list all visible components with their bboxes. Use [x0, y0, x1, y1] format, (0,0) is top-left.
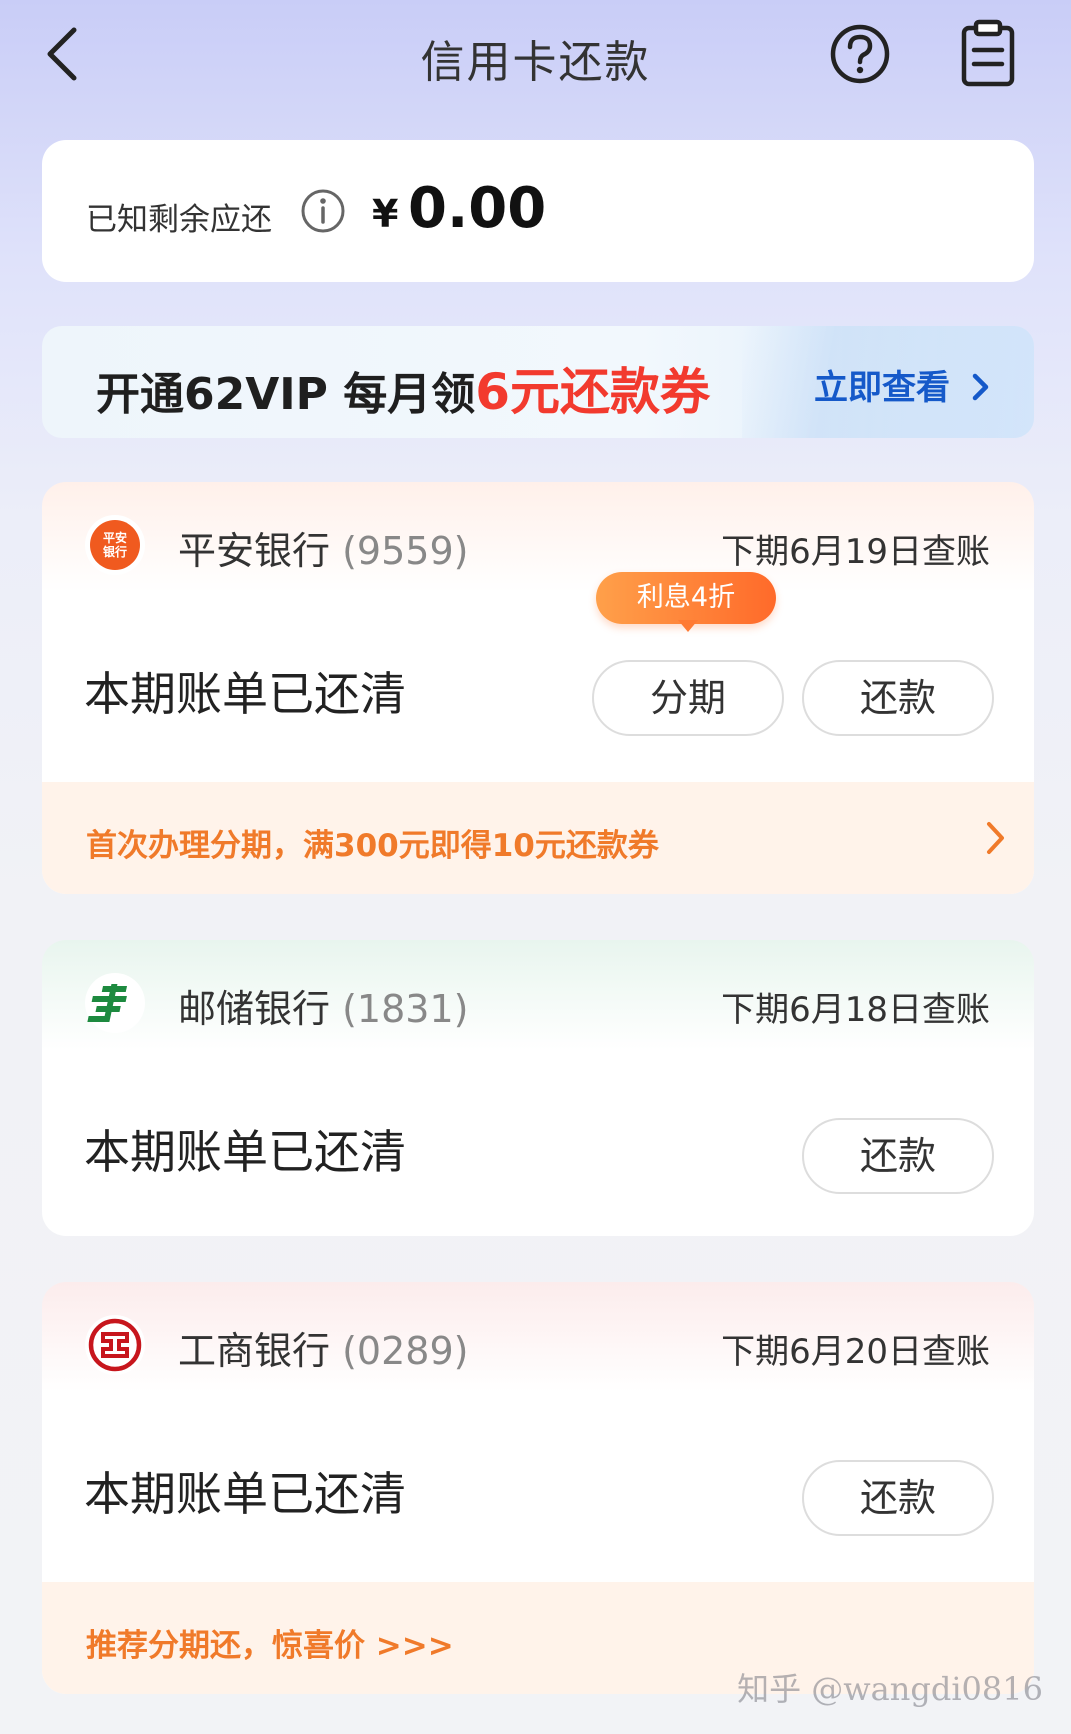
remaining-due-label: 已知剩余应还 — [86, 202, 272, 238]
credit-card-item-psbc: 邮储银行 (1831) 下期6月18日查账 本期账单已还清 还款 — [42, 940, 1034, 1236]
repay-button[interactable]: 还款 — [802, 1118, 994, 1194]
page-title: 信用卡还款 — [420, 37, 651, 88]
bank-name: 平安银行 (9559) — [178, 520, 468, 575]
credit-card-item-icbc: 工商银行 (0289) 下期6月20日查账 本期账单已还清 还款 推荐分期还，惊… — [42, 1282, 1034, 1694]
bill-status: 本期账单已还清 — [84, 1125, 406, 1179]
chevron-right-icon — [972, 373, 989, 401]
vip-promo-banner[interactable]: 开通62VIP 每月领6元还款券 立即查看 — [42, 326, 1034, 438]
banner-cta-label: 立即查看 — [814, 368, 950, 408]
chevron-right-icon — [987, 822, 1004, 854]
bill-records-button[interactable] — [958, 18, 1018, 88]
psbc-logo-icon — [85, 973, 145, 1033]
bank-name-text: 工商银行 — [178, 1329, 331, 1373]
pingan-bank-logo: 平安银行 — [84, 514, 146, 576]
clipboard-icon — [961, 19, 1015, 87]
next-statement-date: 下期6月18日查账 — [721, 990, 990, 1030]
banner-text-prefix: 开通62VIP 每月领 — [96, 369, 476, 420]
bank-name: 邮储银行 (1831) — [178, 978, 468, 1033]
bank-name-text: 平安银行 — [178, 529, 331, 573]
next-statement-date: 下期6月20日查账 — [721, 1332, 990, 1372]
card-tail-number: (1831) — [342, 987, 469, 1031]
installment-promo-text: 首次办理分期，满300元即得10元还款券 — [86, 828, 659, 864]
repay-button[interactable]: 还款 — [802, 1460, 994, 1536]
question-circle-icon — [830, 24, 890, 84]
bank-name-text: 邮储银行 — [178, 987, 331, 1031]
card-tail-number: (9559) — [342, 529, 469, 573]
remaining-due-card: 已知剩余应还 ¥ 0.00 — [42, 140, 1034, 282]
info-button[interactable] — [300, 188, 346, 234]
icbc-logo-icon — [85, 1315, 145, 1375]
repay-button[interactable]: 还款 — [802, 660, 994, 736]
currency-symbol: ¥ — [372, 192, 399, 236]
installment-recommend-text: 推荐分期还，惊喜价 >>> — [86, 1628, 454, 1664]
tag-pointer — [678, 620, 698, 632]
icbc-bank-logo — [84, 1314, 146, 1376]
psbc-bank-logo — [84, 972, 146, 1034]
help-button[interactable] — [828, 22, 892, 86]
banner-view-now-link[interactable]: 立即查看 — [814, 360, 992, 409]
card-tail-number: (0289) — [342, 1329, 469, 1373]
bill-status: 本期账单已还清 — [84, 1467, 406, 1521]
remaining-amount: 0.00 — [408, 176, 547, 241]
top-nav-bar: 信用卡还款 — [0, 0, 1071, 110]
installment-promo-bar[interactable]: 首次办理分期，满300元即得10元还款券 — [42, 782, 1034, 894]
next-statement-date: 下期6月19日查账 — [721, 532, 990, 572]
bill-status: 本期账单已还清 — [84, 667, 406, 721]
banner-text: 开通62VIP 每月领6元还款券 — [96, 352, 710, 424]
watermark: 知乎 @wangdi0816 — [737, 1670, 1043, 1708]
banner-text-highlight: 6元还款券 — [475, 363, 711, 421]
credit-card-item-pingan: 平安银行 平安银行 (9559) 下期6月19日查账 利息4折 本期账单已还清 … — [42, 482, 1034, 894]
info-circle-icon — [301, 189, 345, 233]
installment-button[interactable]: 分期 — [592, 660, 784, 736]
pingan-logo-text: 平安银行 — [103, 530, 127, 559]
pingan-logo-icon: 平安银行 — [85, 515, 145, 575]
bank-name: 工商银行 (0289) — [178, 1320, 468, 1375]
interest-discount-tag: 利息4折 — [596, 572, 776, 624]
